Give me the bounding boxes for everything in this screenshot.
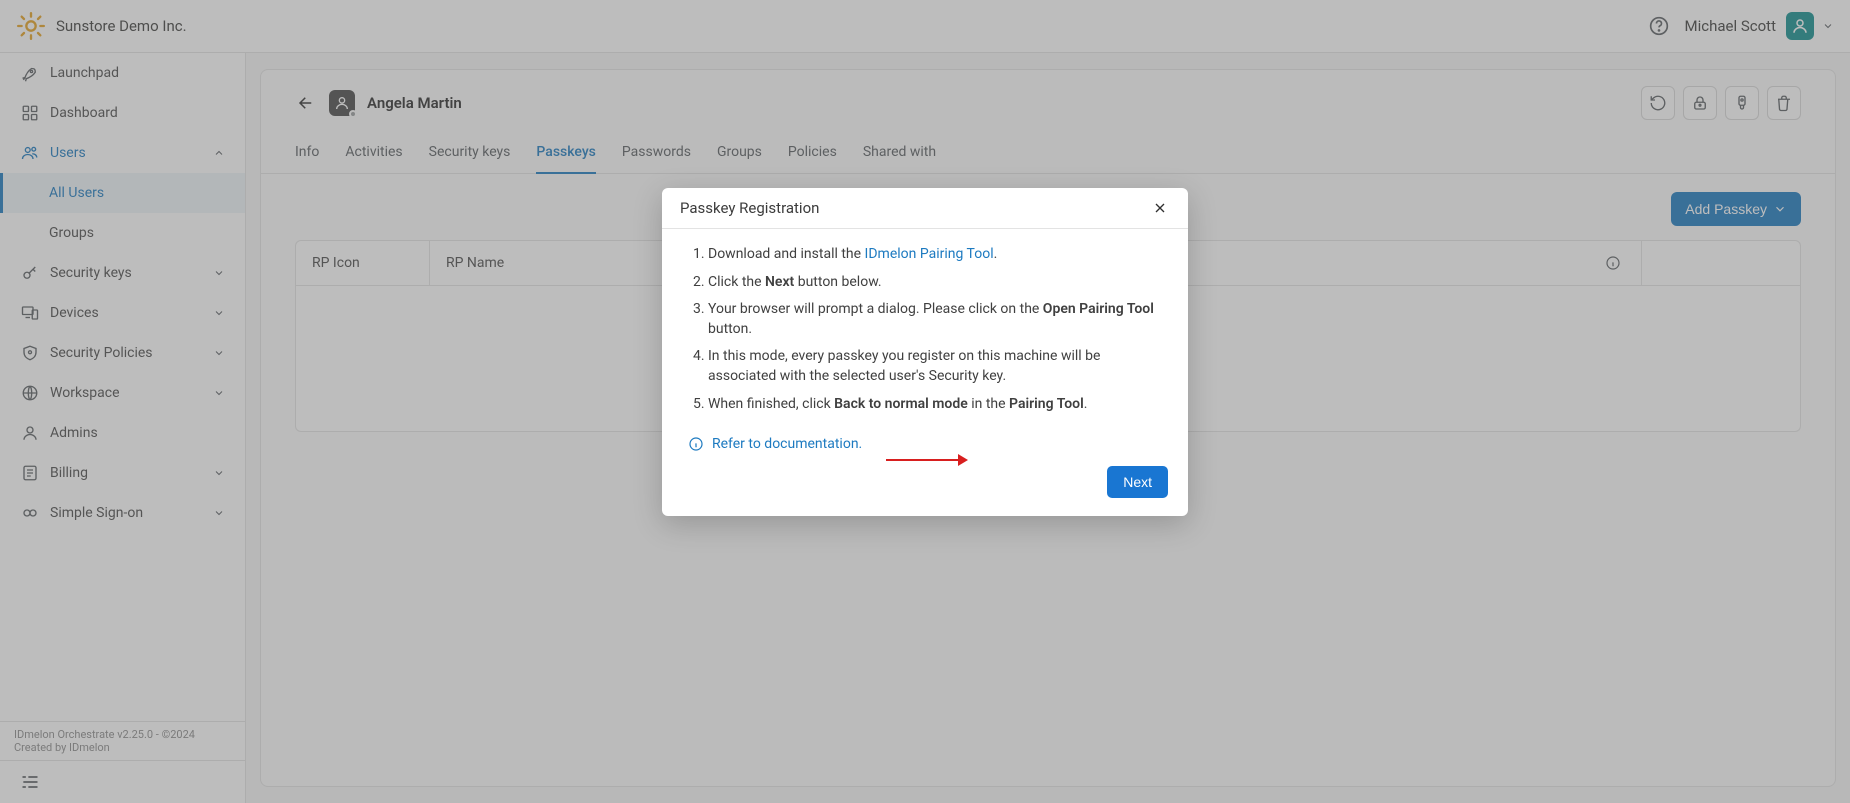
modal-step-2: Click the Next button below. — [708, 273, 1162, 293]
next-button[interactable]: Next — [1107, 466, 1168, 498]
modal-step-4: In this mode, every passkey you register… — [708, 347, 1162, 386]
modal-step-3: Your browser will prompt a dialog. Pleas… — [708, 300, 1162, 339]
documentation-link[interactable]: Refer to documentation. — [662, 430, 1188, 454]
modal-close-button[interactable] — [1150, 198, 1170, 218]
modal-scrim: Passkey Registration Download and instal… — [0, 0, 1850, 803]
modal-title: Passkey Registration — [680, 199, 819, 217]
passkey-registration-modal: Passkey Registration Download and instal… — [662, 188, 1188, 516]
modal-step-5: When finished, click Back to normal mode… — [708, 395, 1162, 415]
pairing-tool-link[interactable]: IDmelon Pairing Tool — [865, 246, 994, 262]
modal-step-1: Download and install the IDmelon Pairing… — [708, 245, 1162, 265]
